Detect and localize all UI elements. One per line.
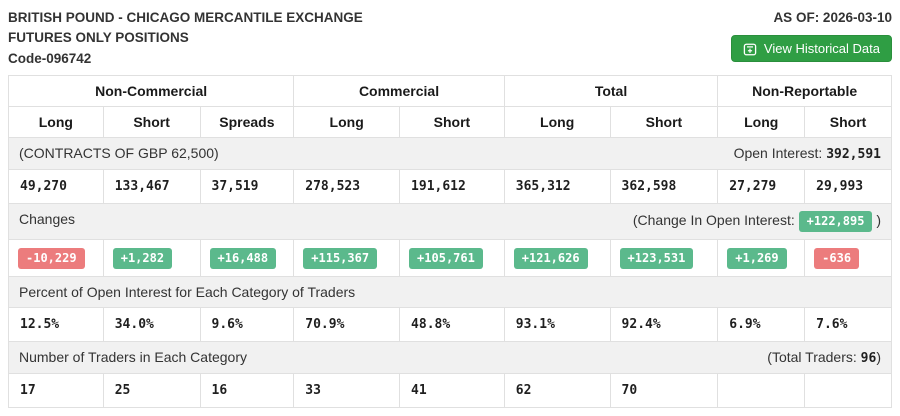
change-cell: +121,626 <box>504 240 610 277</box>
section-values-row-percent-of-open-interest: 12.5%34.0%9.6%70.9%48.8%93.1%92.4%6.9%7.… <box>9 308 892 342</box>
value-cell: 34.0% <box>103 308 200 342</box>
column-header-short: Short <box>805 106 892 137</box>
change-cell: +1,269 <box>718 240 805 277</box>
value-cell: 7.6% <box>805 308 892 342</box>
section-label-positions: (CONTRACTS OF GBP 62,500) Open Interest: … <box>9 137 892 169</box>
column-header-long: Long <box>294 106 400 137</box>
group-header-row: Non-CommercialCommercialTotalNon-Reporta… <box>9 75 892 106</box>
value-cell: 93.1% <box>504 308 610 342</box>
value-cell: 62 <box>504 374 610 408</box>
value-cell: 9.6% <box>200 308 294 342</box>
report-subtitle: FUTURES ONLY POSITIONS <box>8 28 363 48</box>
section-right-value: 96 <box>861 351 877 366</box>
value-cell: 27,279 <box>718 169 805 203</box>
value-cell: 16 <box>200 374 294 408</box>
value-cell: 41 <box>400 374 505 408</box>
change-cell: +123,531 <box>610 240 718 277</box>
view-historical-data-label: View Historical Data <box>764 41 880 56</box>
value-cell: 33 <box>294 374 400 408</box>
value-cell: 29,993 <box>805 169 892 203</box>
value-cell: 362,598 <box>610 169 718 203</box>
calendar-plus-icon <box>743 42 757 56</box>
column-header-long: Long <box>718 106 805 137</box>
section-label-changes: Changes (Change In Open Interest: +122,89… <box>9 203 892 240</box>
value-cell: 49,270 <box>9 169 104 203</box>
value-cell: 92.4% <box>610 308 718 342</box>
column-header-row: LongShortSpreadsLongShortLongShortLongSh… <box>9 106 892 137</box>
report-title-block: BRITISH POUND - CHICAGO MERCANTILE EXCHA… <box>8 8 363 69</box>
change-cell: +105,761 <box>400 240 505 277</box>
column-header-short: Short <box>103 106 200 137</box>
section-values-row-number-of-traders: 17251633416270 <box>9 374 892 408</box>
value-cell <box>805 374 892 408</box>
change-badge: +121,626 <box>514 248 588 270</box>
section-label-row-number-of-traders: Number of Traders in Each Category (Total… <box>9 342 892 374</box>
group-header-non-commercial: Non-Commercial <box>9 75 294 106</box>
change-badge: -10,229 <box>18 248 85 270</box>
change-cell: -636 <box>805 240 892 277</box>
cot-report-page: BRITISH POUND - CHICAGO MERCANTILE EXCHA… <box>0 0 900 416</box>
value-cell: 6.9% <box>718 308 805 342</box>
column-header-short: Short <box>610 106 718 137</box>
group-header-commercial: Commercial <box>294 75 505 106</box>
change-badge: +1,282 <box>113 248 172 270</box>
section-right-prefix: (Change In Open Interest: <box>633 212 799 228</box>
value-cell: 12.5% <box>9 308 104 342</box>
column-header-short: Short <box>400 106 505 137</box>
value-cell: 17 <box>9 374 104 408</box>
group-header-non-reportable: Non-Reportable <box>718 75 892 106</box>
section-right-prefix: Open Interest: <box>734 145 827 161</box>
section-right-info-number-of-traders: (Total Traders: 96) <box>767 349 881 366</box>
change-badge: +105,761 <box>409 248 483 270</box>
section-label-percent-of-open-interest: Percent of Open Interest for Each Catego… <box>9 277 892 308</box>
change-cell: +1,282 <box>103 240 200 277</box>
report-title: BRITISH POUND - CHICAGO MERCANTILE EXCHA… <box>8 8 363 28</box>
as-of-date: AS OF: 2026-03-10 <box>773 10 892 25</box>
column-header-long: Long <box>9 106 104 137</box>
change-cell: -10,229 <box>9 240 104 277</box>
value-cell: 25 <box>103 374 200 408</box>
section-label-text: Changes <box>19 211 75 227</box>
section-label-number-of-traders: Number of Traders in Each Category (Total… <box>9 342 892 374</box>
section-right-value: +122,895 <box>799 211 873 233</box>
section-right-prefix: (Total Traders: <box>767 349 860 365</box>
change-badge: +123,531 <box>620 248 694 270</box>
value-cell: 37,519 <box>200 169 294 203</box>
section-right-info-positions: Open Interest: 392,591 <box>734 145 881 162</box>
section-right-value: 392,591 <box>826 147 881 162</box>
column-header-spreads: Spreads <box>200 106 294 137</box>
value-cell: 365,312 <box>504 169 610 203</box>
group-header-total: Total <box>504 75 718 106</box>
view-historical-data-button[interactable]: View Historical Data <box>731 35 892 62</box>
value-cell <box>718 374 805 408</box>
change-cell: +16,488 <box>200 240 294 277</box>
column-header-long: Long <box>504 106 610 137</box>
section-label-text: Number of Traders in Each Category <box>19 349 247 365</box>
section-right-info-changes: (Change In Open Interest: +122,895 ) <box>633 211 881 233</box>
change-badge: +16,488 <box>210 248 277 270</box>
value-cell: 133,467 <box>103 169 200 203</box>
report-header: BRITISH POUND - CHICAGO MERCANTILE EXCHA… <box>8 8 892 69</box>
cot-futures-table: Non-CommercialCommercialTotalNon-Reporta… <box>8 75 892 409</box>
section-label-text: Percent of Open Interest for Each Catego… <box>19 284 355 300</box>
section-values-row-changes: -10,229 +1,282 +16,488 +115,367 +105,761 +121… <box>9 240 892 277</box>
section-label-text: (CONTRACTS OF GBP 62,500) <box>19 145 219 161</box>
section-right-suffix: ) <box>872 212 881 228</box>
section-label-row-percent-of-open-interest: Percent of Open Interest for Each Catego… <box>9 277 892 308</box>
section-label-row-positions: (CONTRACTS OF GBP 62,500) Open Interest: … <box>9 137 892 169</box>
section-values-row-positions: 49,270133,46737,519278,523191,612365,312… <box>9 169 892 203</box>
change-badge: +1,269 <box>727 248 786 270</box>
value-cell: 48.8% <box>400 308 505 342</box>
section-label-row-changes: Changes (Change In Open Interest: +122,89… <box>9 203 892 240</box>
change-badge: -636 <box>814 248 859 270</box>
value-cell: 70 <box>610 374 718 408</box>
section-right-suffix: ) <box>876 349 881 365</box>
report-code: Code-096742 <box>8 49 363 69</box>
change-cell: +115,367 <box>294 240 400 277</box>
value-cell: 191,612 <box>400 169 505 203</box>
value-cell: 70.9% <box>294 308 400 342</box>
report-header-right: AS OF: 2026-03-10 View Historical Data <box>731 8 892 62</box>
value-cell: 278,523 <box>294 169 400 203</box>
change-badge: +115,367 <box>303 248 377 270</box>
